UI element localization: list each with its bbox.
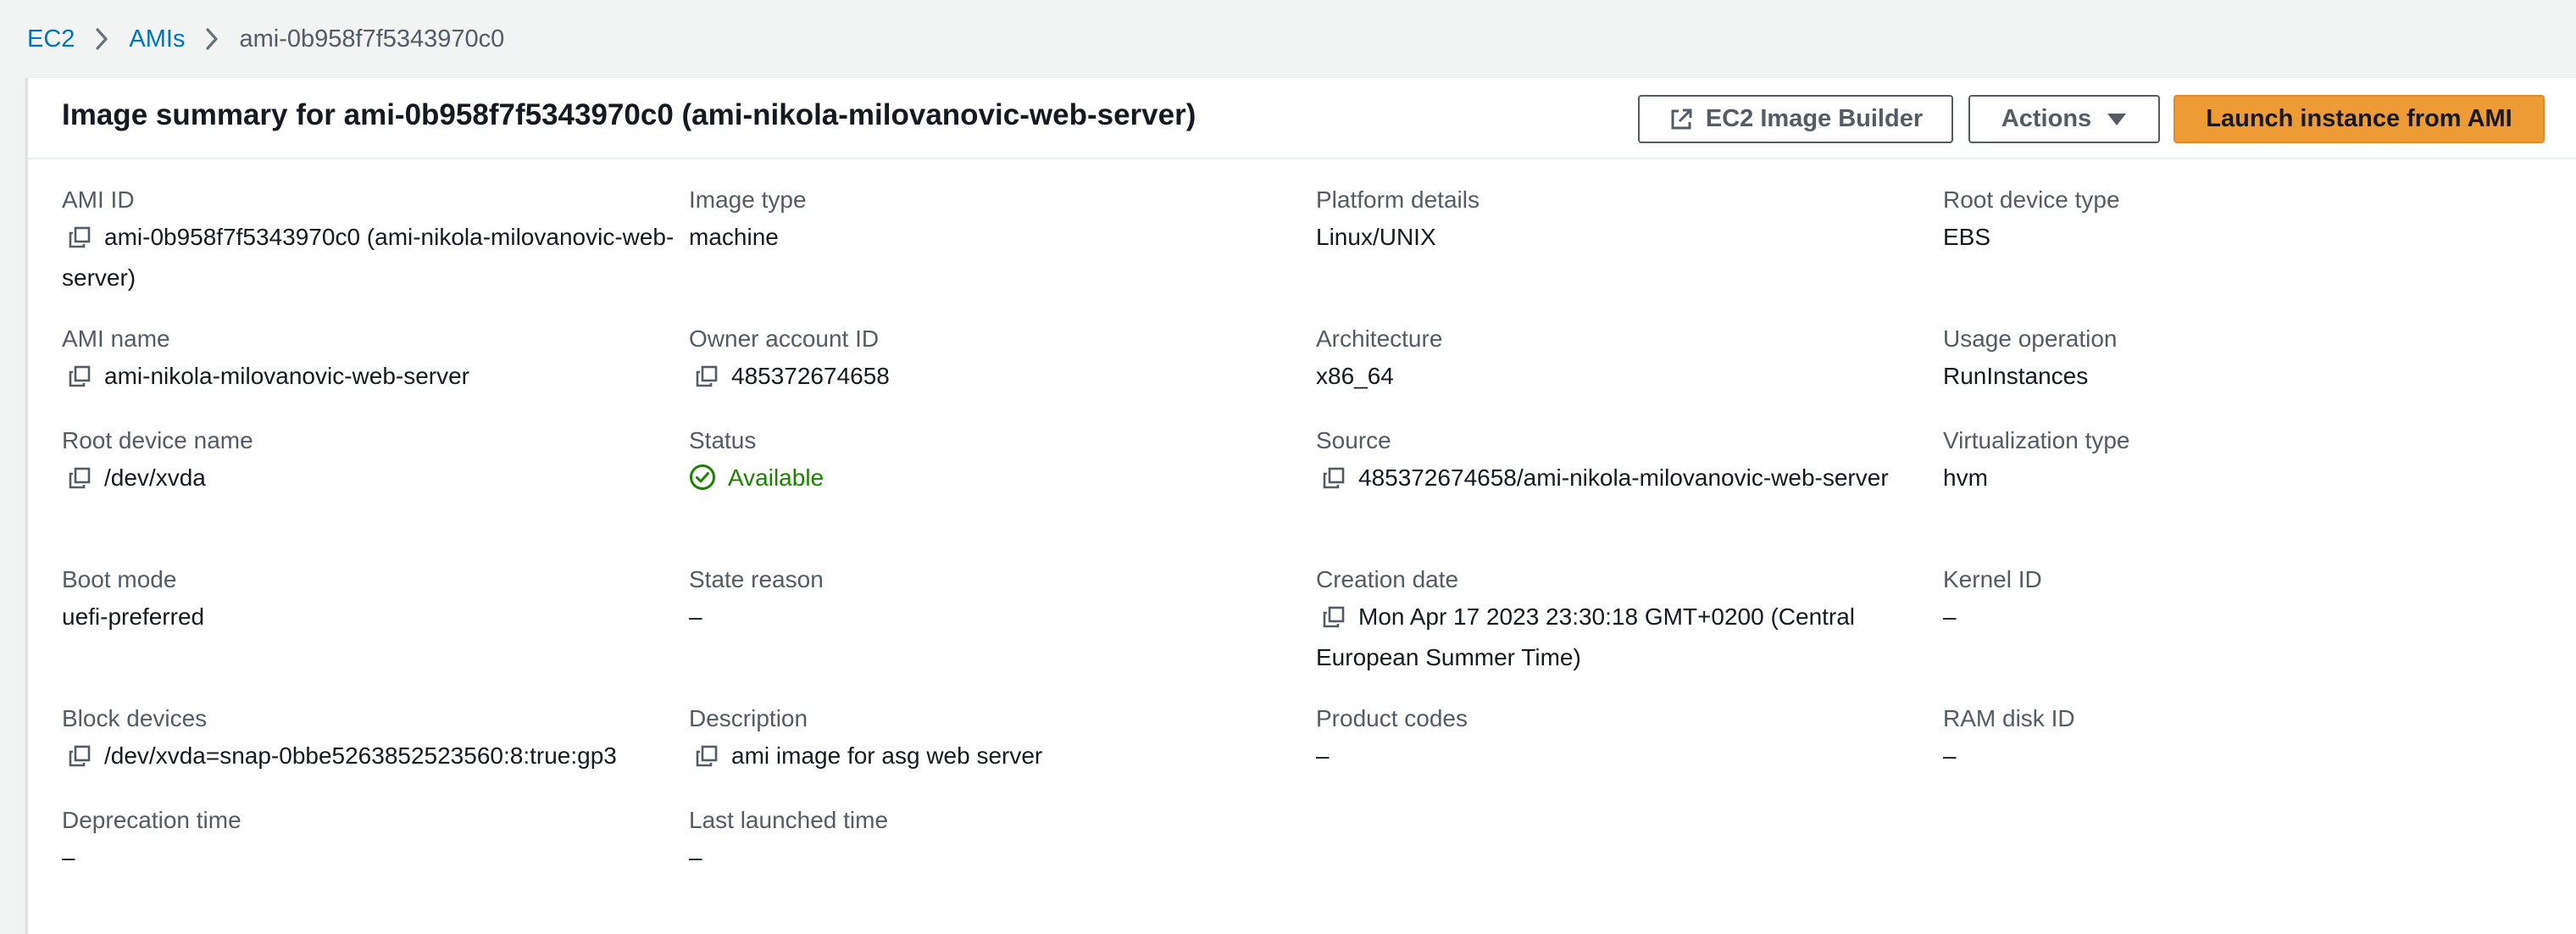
copy-icon[interactable] xyxy=(1323,463,1345,500)
field-ami-id: AMI ID ami-0b958f7f5343970c0 (ami-nikola… xyxy=(62,181,689,297)
field-label: Virtualization type xyxy=(1943,427,2130,453)
breadcrumb-ec2-link[interactable]: EC2 xyxy=(27,25,75,53)
field-ram-disk-id: RAM disk ID – xyxy=(1943,700,2553,775)
field-value-text: ami-nikola-milovanovic-web-server xyxy=(104,363,470,389)
field-state-reason: State reason – xyxy=(689,561,1299,636)
field-label: State reason xyxy=(689,566,824,592)
breadcrumb-current: ami-0b958f7f5343970c0 xyxy=(239,25,505,53)
field-deprecation-time: Deprecation time – xyxy=(62,802,672,876)
field-value-text: – xyxy=(1943,742,1957,769)
field-label: Usage operation xyxy=(1943,325,2118,352)
field-value-text: ami-0b958f7f5343970c0 (ami-nikola-milova… xyxy=(62,224,675,291)
field-owner-account-id: Owner account ID 485372674658 xyxy=(689,320,1299,398)
chevron-right-icon xyxy=(185,22,239,56)
field-value-text: Linux/UNIX xyxy=(1316,224,1436,250)
external-link-icon xyxy=(1668,107,1694,132)
field-description: Description ami image for asg web server xyxy=(689,700,1299,778)
field-label: Block devices xyxy=(62,705,208,731)
image-summary-panel: Image summary for ami-0b958f7f5343970c0 … xyxy=(25,78,2576,934)
field-label: RAM disk ID xyxy=(1943,705,2075,731)
field-value-text: – xyxy=(1316,742,1330,769)
field-value-text: /dev/xvda=snap-0bbe5263852523560:8:true:… xyxy=(104,742,617,769)
copy-icon[interactable] xyxy=(69,361,91,398)
field-platform-details: Platform details Linux/UNIX xyxy=(1316,181,1926,256)
check-circle-icon xyxy=(689,464,716,502)
field-last-launched-time: Last launched time – xyxy=(689,802,1299,876)
copy-icon[interactable] xyxy=(1323,602,1345,639)
field-label: Root device name xyxy=(62,427,253,453)
launch-instance-button[interactable]: Launch instance from AMI xyxy=(2174,95,2545,143)
breadcrumb-amis-link[interactable]: AMIs xyxy=(129,25,185,53)
breadcrumb: EC2 AMIs ami-0b958f7f5343970c0 xyxy=(27,22,504,56)
field-value-text: /dev/xvda xyxy=(104,464,206,491)
field-source: Source 485372674658/ami-nikola-milovanov… xyxy=(1316,422,1901,500)
caret-down-icon xyxy=(2107,113,2127,126)
field-image-type: Image type machine xyxy=(689,181,1299,256)
field-status: Status Available xyxy=(689,422,1299,502)
field-value-text: EBS xyxy=(1943,224,1991,250)
field-label: Root device type xyxy=(1943,186,2120,213)
field-label: Image type xyxy=(689,186,807,213)
panel-header: Image summary for ami-0b958f7f5343970c0 … xyxy=(28,78,2576,159)
field-value-text: uefi-preferred xyxy=(62,603,205,630)
field-label: Description xyxy=(689,705,808,731)
field-architecture: Architecture x86_64 xyxy=(1316,320,1926,395)
field-product-codes: Product codes – xyxy=(1316,700,1926,775)
field-label: Source xyxy=(1316,427,1391,453)
field-root-device-name: Root device name /dev/xvda xyxy=(62,422,672,500)
copy-icon[interactable] xyxy=(696,741,718,778)
page-title: Image summary for ami-0b958f7f5343970c0 … xyxy=(62,98,1196,131)
field-label: AMI name xyxy=(62,325,170,352)
ec2-image-builder-label: EC2 Image Builder xyxy=(1705,105,1924,132)
field-value-text: 485372674658 xyxy=(731,363,890,389)
copy-icon[interactable] xyxy=(69,222,91,259)
field-label: Platform details xyxy=(1316,186,1480,213)
field-label: Status xyxy=(689,427,757,453)
status-badge: Available xyxy=(728,464,824,491)
field-label: Last launched time xyxy=(689,807,889,833)
ec2-image-builder-button[interactable]: EC2 Image Builder xyxy=(1638,95,1953,143)
field-kernel-id: Kernel ID – xyxy=(1943,561,2553,636)
field-value-text: RunInstances xyxy=(1943,363,2089,389)
field-value-text: ami image for asg web server xyxy=(731,742,1043,769)
field-creation-date: Creation date Mon Apr 17 2023 23:30:18 G… xyxy=(1316,561,1909,676)
chevron-right-icon xyxy=(75,22,129,56)
copy-icon[interactable] xyxy=(69,463,91,500)
copy-icon[interactable] xyxy=(696,361,718,398)
field-boot-mode: Boot mode uefi-preferred xyxy=(62,561,672,636)
field-value-text: – xyxy=(1943,603,1957,630)
field-value-text: – xyxy=(62,844,75,870)
field-value-text: – xyxy=(689,844,702,870)
field-label: Kernel ID xyxy=(1943,566,2042,592)
actions-label: Actions xyxy=(2001,105,2092,132)
field-label: AMI ID xyxy=(62,186,135,213)
field-label: Boot mode xyxy=(62,566,177,592)
field-value-text: – xyxy=(689,603,702,630)
field-label: Product codes xyxy=(1316,705,1468,731)
field-label: Owner account ID xyxy=(689,325,880,352)
actions-dropdown-button[interactable]: Actions xyxy=(1968,95,2160,143)
field-root-device-type: Root device type EBS xyxy=(1943,181,2553,256)
field-block-devices: Block devices /dev/xvda=snap-0bbe5263852… xyxy=(62,700,689,778)
field-value-text: machine xyxy=(689,224,779,250)
field-value-text: x86_64 xyxy=(1316,363,1394,389)
field-value-text: Mon Apr 17 2023 23:30:18 GMT+0200 (Centr… xyxy=(1316,603,1856,670)
field-label: Architecture xyxy=(1316,325,1443,352)
field-label: Deprecation time xyxy=(62,807,242,833)
launch-instance-label: Launch instance from AMI xyxy=(2206,105,2512,132)
field-label: Creation date xyxy=(1316,566,1459,592)
field-value-text: 485372674658/ami-nikola-milovanovic-web-… xyxy=(1358,464,1889,491)
field-value-text: hvm xyxy=(1943,464,1988,491)
field-usage-operation: Usage operation RunInstances xyxy=(1943,320,2553,395)
copy-icon[interactable] xyxy=(69,741,91,778)
field-virtualization-type: Virtualization type hvm xyxy=(1943,422,2553,497)
field-ami-name: AMI name ami-nikola-milovanovic-web-serv… xyxy=(62,320,672,398)
